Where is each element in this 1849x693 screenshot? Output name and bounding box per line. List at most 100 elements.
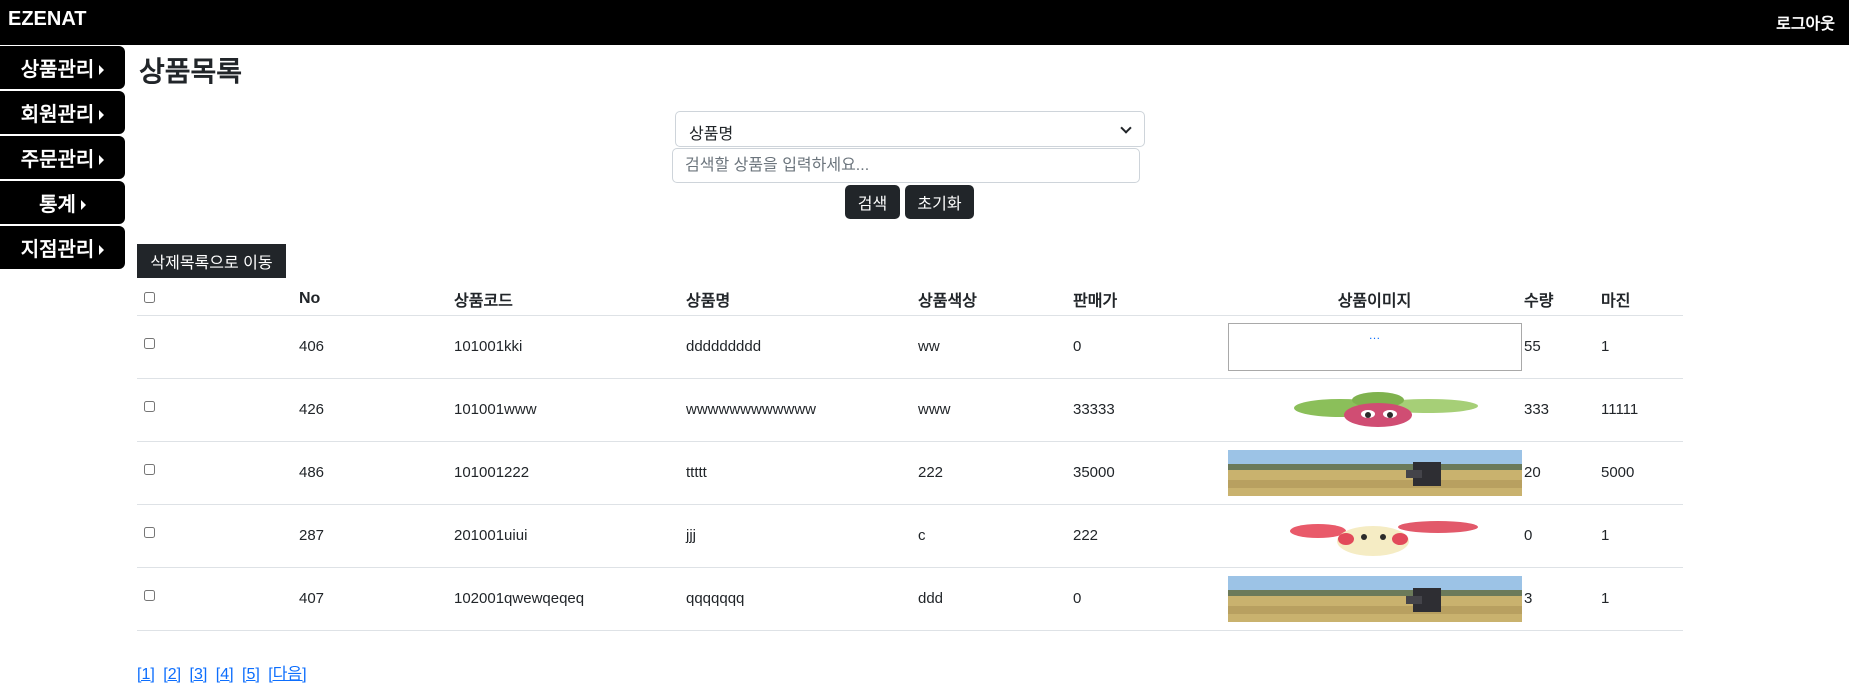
- cell-name: qqqqqqq: [686, 567, 918, 631]
- cell-margin: 1: [1601, 567, 1683, 631]
- page-link-1[interactable]: [1]: [137, 666, 155, 683]
- cell-qty: 55: [1524, 315, 1601, 379]
- column-header-no: No: [299, 283, 454, 316]
- reset-button[interactable]: 초기화: [905, 185, 974, 219]
- caret-right-icon: [99, 244, 105, 255]
- sidebar-item-branches[interactable]: 지점관리: [0, 226, 125, 269]
- cell-no: 426: [299, 378, 454, 442]
- search-input[interactable]: [672, 148, 1140, 183]
- cell-image: …: [1225, 315, 1524, 379]
- row-checkbox[interactable]: [144, 463, 155, 475]
- brand-logo[interactable]: EZENAT: [8, 8, 87, 31]
- column-header-code: 상품코드: [454, 283, 686, 316]
- cell-image: [1225, 567, 1524, 631]
- cell-margin: 5000: [1601, 441, 1683, 505]
- cell-no: 486: [299, 441, 454, 505]
- cell-image: [1225, 378, 1524, 442]
- sidebar-item-members[interactable]: 회원관리: [0, 91, 125, 134]
- cell-image: [1225, 504, 1524, 568]
- sidebar-item-products[interactable]: 상품관리: [0, 46, 125, 89]
- cell-code: 101001kki: [454, 315, 686, 379]
- caret-right-icon: [99, 109, 105, 120]
- row-select-cell: [137, 567, 299, 631]
- table-header-row: No 상품코드 상품명 상품색상 판매가 상품이미지 수량 마진: [137, 283, 1683, 316]
- cell-no: 287: [299, 504, 454, 568]
- column-header-color: 상품색상: [918, 283, 1073, 316]
- cell-color: 222: [918, 441, 1073, 505]
- select-all-cell: [137, 283, 299, 316]
- column-header-margin: 마진: [1601, 283, 1683, 316]
- search-button[interactable]: 검색: [845, 185, 900, 219]
- caret-right-icon: [99, 154, 105, 165]
- cell-image: [1225, 441, 1524, 505]
- row-checkbox[interactable]: [144, 337, 155, 349]
- pagination: [1] [2] [3] [4] [5] [다음]: [137, 660, 311, 684]
- product-thumbnail-plant: [1293, 391, 1478, 427]
- cell-color: c: [918, 504, 1073, 568]
- move-to-deleted-list-button[interactable]: 삭제목록으로 이동: [137, 244, 286, 278]
- row-checkbox[interactable]: [144, 589, 155, 601]
- cell-name: ttttt: [686, 441, 918, 505]
- product-thumbnail-field: [1227, 575, 1522, 622]
- caret-right-icon: [80, 199, 86, 210]
- column-header-qty: 수량: [1524, 283, 1601, 316]
- row-checkbox[interactable]: [144, 526, 155, 538]
- cell-code: 201001uiui: [454, 504, 686, 568]
- table-row[interactable]: 486 101001222 ttttt 222 35000 20 5000: [137, 441, 1683, 505]
- row-select-cell: [137, 315, 299, 379]
- sidebar-item-label: 통계: [39, 194, 76, 216]
- row-select-cell: [137, 441, 299, 505]
- cell-price: 35000: [1073, 441, 1225, 505]
- sidebar-item-label: 주문관리: [20, 149, 95, 171]
- page-link-2[interactable]: [2]: [163, 666, 181, 683]
- table-row[interactable]: 426 101001www wwwwwwwwwwww www 33333 333…: [137, 378, 1683, 442]
- product-thumbnail-field: [1227, 449, 1522, 496]
- cell-qty: 333: [1524, 378, 1601, 442]
- column-header-image: 상품이미지: [1225, 283, 1524, 316]
- sidebar-item-stats[interactable]: 통계: [0, 181, 125, 224]
- cell-name: ddddddddd: [686, 315, 918, 379]
- page-link-3[interactable]: [3]: [190, 666, 208, 683]
- cell-code: 102001qwewqeqeq: [454, 567, 686, 631]
- sidebar-item-label: 상품관리: [20, 59, 95, 81]
- cell-price: 0: [1073, 315, 1225, 379]
- chevron-down-icon: [1120, 122, 1132, 134]
- next-page-link[interactable]: [다음]: [268, 666, 306, 683]
- cell-code: 101001www: [454, 378, 686, 442]
- cell-price: 33333: [1073, 378, 1225, 442]
- cell-no: 407: [299, 567, 454, 631]
- caret-right-icon: [99, 64, 105, 75]
- sidebar-item-orders[interactable]: 주문관리: [0, 136, 125, 179]
- column-header-name: 상품명: [686, 283, 918, 316]
- cell-margin: 1: [1601, 504, 1683, 568]
- page-link-4[interactable]: [4]: [216, 666, 234, 683]
- row-checkbox[interactable]: [144, 400, 155, 412]
- cell-code: 101001222: [454, 441, 686, 505]
- product-thumbnail-rabbit: [1289, 520, 1478, 556]
- cell-name: jjj: [686, 504, 918, 568]
- row-select-cell: [137, 378, 299, 442]
- logout-link[interactable]: 로그아웃: [1776, 10, 1835, 34]
- cell-qty: 3: [1524, 567, 1601, 631]
- cell-name: wwwwwwwwwwww: [686, 378, 918, 442]
- product-table: No 상품코드 상품명 상품색상 판매가 상품이미지 수량 마진 406 101…: [137, 283, 1683, 631]
- cell-color: ddd: [918, 567, 1073, 631]
- cell-margin: 1: [1601, 315, 1683, 379]
- cell-color: www: [918, 378, 1073, 442]
- column-header-price: 판매가: [1073, 283, 1225, 316]
- cell-margin: 11111: [1601, 378, 1683, 442]
- table-row[interactable]: 406 101001kki ddddddddd ww 0 … 55 1: [137, 315, 1683, 379]
- cell-color: ww: [918, 315, 1073, 379]
- search-type-value: 상품명: [689, 126, 734, 143]
- search-type-select[interactable]: 상품명: [675, 111, 1145, 147]
- sidebar-item-label: 지점관리: [20, 239, 95, 261]
- table-row[interactable]: 287 201001uiui jjj c 222 0 1: [137, 504, 1683, 568]
- select-all-checkbox[interactable]: [144, 291, 155, 303]
- sidebar: 상품관리 회원관리 주문관리 통계 지점관리: [0, 46, 125, 271]
- cell-price: 222: [1073, 504, 1225, 568]
- page-title: 상품목록: [139, 56, 243, 87]
- cell-qty: 20: [1524, 441, 1601, 505]
- cell-qty: 0: [1524, 504, 1601, 568]
- page-link-5[interactable]: [5]: [242, 666, 260, 683]
- table-row[interactable]: 407 102001qwewqeqeq qqqqqqq ddd 0 3 1: [137, 567, 1683, 631]
